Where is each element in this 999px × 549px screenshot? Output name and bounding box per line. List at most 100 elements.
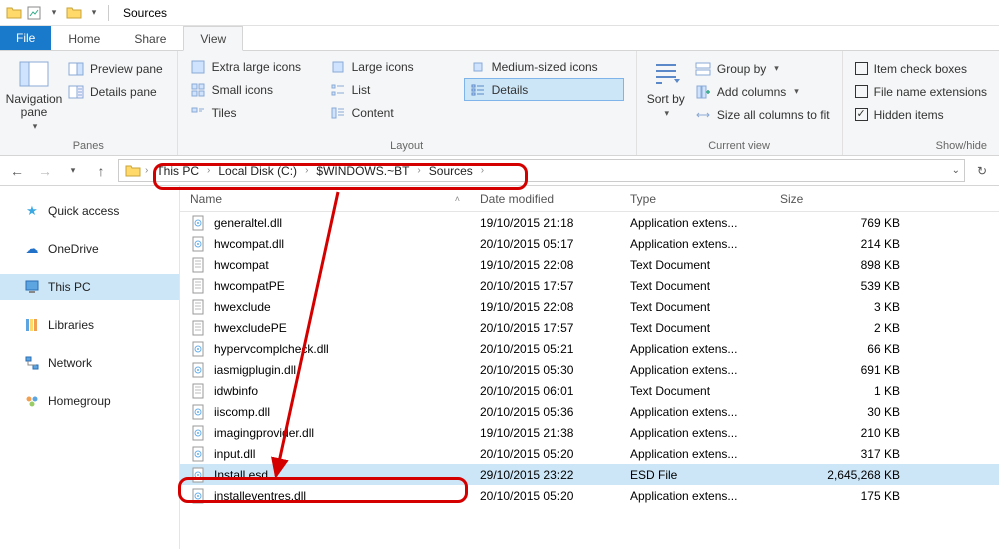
home-tab[interactable]: Home — [51, 26, 117, 50]
item-checkboxes-toggle[interactable]: Item check boxes — [849, 57, 993, 80]
file-extensions-toggle[interactable]: File name extensions — [849, 80, 993, 103]
breadcrumb-field[interactable]: › This PC › Local Disk (C:) › $WINDOWS.~… — [118, 159, 965, 182]
share-tab[interactable]: Share — [117, 26, 183, 50]
file-date: 20/10/2015 05:20 — [480, 447, 630, 461]
crumb-thispc[interactable]: This PC — [152, 164, 203, 178]
window-title: Sources — [123, 6, 167, 20]
sidebar-network[interactable]: Network — [0, 350, 179, 376]
folder-icon — [125, 163, 141, 179]
file-size: 66 KB — [780, 342, 900, 356]
chevron-right-icon[interactable]: › — [417, 165, 420, 176]
qa-dropdown-2-icon[interactable]: ▾ — [84, 3, 104, 23]
file-date: 19/10/2015 22:08 — [480, 300, 630, 314]
libraries-icon — [24, 317, 40, 333]
chevron-right-icon[interactable]: › — [207, 165, 210, 176]
file-tab[interactable]: File — [0, 26, 51, 50]
up-button[interactable]: ↑ — [90, 160, 112, 182]
file-size: 2 KB — [780, 321, 900, 335]
navigation-pane-button[interactable]: Navigation pane ▾ — [6, 55, 62, 138]
file-row[interactable]: idwbinfo20/10/2015 06:01Text Document1 K… — [180, 380, 999, 401]
sidebar-libraries[interactable]: Libraries — [0, 312, 179, 338]
refresh-button[interactable]: ↻ — [971, 160, 993, 182]
file-date: 20/10/2015 05:36 — [480, 405, 630, 419]
file-name: hwcompatPE — [214, 279, 285, 293]
add-columns-button[interactable]: Add columns▾ — [689, 80, 836, 103]
file-date: 20/10/2015 05:21 — [480, 342, 630, 356]
file-row[interactable]: hwcompat19/10/2015 22:08Text Document898… — [180, 254, 999, 275]
chevron-down-icon: ▾ — [33, 121, 38, 132]
file-size: 214 KB — [780, 237, 900, 251]
chevron-right-icon[interactable]: › — [145, 165, 148, 176]
sidebar-onedrive[interactable]: ☁OneDrive — [0, 236, 179, 262]
layout-medium-icons[interactable]: Medium-sized icons — [464, 55, 624, 78]
file-type: Text Document — [630, 279, 780, 293]
file-size: 691 KB — [780, 363, 900, 377]
crumb-drive[interactable]: Local Disk (C:) — [214, 164, 301, 178]
file-name: iasmigplugin.dll — [214, 363, 296, 377]
current-view-group-label: Current view — [643, 138, 836, 155]
qa-properties-icon[interactable] — [24, 3, 44, 23]
navigation-sidebar: ★Quick access ☁OneDrive This PC Librarie… — [0, 186, 180, 549]
col-size[interactable]: Size — [770, 192, 890, 206]
layout-small-icons[interactable]: Small icons — [184, 78, 324, 101]
col-name[interactable]: Name˄ — [180, 192, 470, 206]
folder-icon — [4, 3, 24, 23]
preview-pane-button[interactable]: Preview pane — [62, 57, 169, 80]
file-row[interactable]: iasmigplugin.dll20/10/2015 05:30Applicat… — [180, 359, 999, 380]
file-date: 20/10/2015 06:01 — [480, 384, 630, 398]
file-row[interactable]: imagingprovider.dll19/10/2015 21:38Appli… — [180, 422, 999, 443]
address-bar: ← → ▾ ↑ › This PC › Local Disk (C:) › $W… — [0, 156, 999, 186]
layout-tiles[interactable]: Tiles — [184, 101, 324, 124]
file-row[interactable]: installeventres.dll20/10/2015 05:20Appli… — [180, 485, 999, 506]
file-row[interactable]: hwcompatPE20/10/2015 17:57Text Document5… — [180, 275, 999, 296]
back-button[interactable]: ← — [6, 160, 28, 182]
file-date: 20/10/2015 05:20 — [480, 489, 630, 503]
view-tab[interactable]: View — [183, 26, 243, 51]
chevron-down-icon[interactable]: ⌄ — [952, 165, 960, 176]
crumb-windows-bt[interactable]: $WINDOWS.~BT — [312, 164, 413, 178]
file-name: hwcompat — [214, 258, 269, 272]
hidden-items-toggle[interactable]: ✓Hidden items — [849, 103, 993, 126]
chevron-right-icon[interactable]: › — [481, 165, 484, 176]
file-row[interactable]: hypervcomplcheck.dll20/10/2015 05:21Appl… — [180, 338, 999, 359]
layout-list[interactable]: List — [324, 78, 464, 101]
sidebar-homegroup[interactable]: Homegroup — [0, 388, 179, 414]
file-size: 769 KB — [780, 216, 900, 230]
file-row[interactable]: iiscomp.dll20/10/2015 05:36Application e… — [180, 401, 999, 422]
layout-details[interactable]: Details — [464, 78, 624, 101]
crumb-sources[interactable]: Sources — [425, 164, 477, 178]
col-date[interactable]: Date modified — [470, 192, 620, 206]
chevron-right-icon[interactable]: › — [305, 165, 308, 176]
file-size: 1 KB — [780, 384, 900, 398]
column-headers: Name˄ Date modified Type Size — [180, 186, 999, 212]
layout-content[interactable]: Content — [324, 101, 464, 124]
file-row[interactable]: hwexcludePE20/10/2015 17:57Text Document… — [180, 317, 999, 338]
file-size: 317 KB — [780, 447, 900, 461]
file-size: 898 KB — [780, 258, 900, 272]
file-row[interactable]: generaltel.dll19/10/2015 21:18Applicatio… — [180, 212, 999, 233]
panes-group-label: Panes — [6, 138, 171, 155]
file-row[interactable]: hwcompat.dll20/10/2015 05:17Application … — [180, 233, 999, 254]
size-columns-fit-button[interactable]: Size all columns to fit — [689, 103, 836, 126]
checkbox-icon — [855, 85, 868, 98]
file-row[interactable]: input.dll20/10/2015 05:20Application ext… — [180, 443, 999, 464]
sort-by-button[interactable]: Sort by ▾ — [643, 55, 689, 138]
file-size: 539 KB — [780, 279, 900, 293]
details-pane-button[interactable]: Details pane — [62, 80, 169, 103]
network-icon — [24, 355, 40, 371]
col-type[interactable]: Type — [620, 192, 770, 206]
sidebar-this-pc[interactable]: This PC — [0, 274, 179, 300]
recent-dropdown[interactable]: ▾ — [62, 160, 84, 182]
file-row[interactable]: Install.esd29/10/2015 23:22ESD File2,645… — [180, 464, 999, 485]
file-type: Application extens... — [630, 489, 780, 503]
layout-large-icons[interactable]: Large icons — [324, 55, 464, 78]
forward-button[interactable]: → — [34, 160, 56, 182]
layout-xl-icons[interactable]: Extra large icons — [184, 55, 324, 78]
file-type: Application extens... — [630, 447, 780, 461]
file-type: Application extens... — [630, 216, 780, 230]
sidebar-quick-access[interactable]: ★Quick access — [0, 198, 179, 224]
qa-dropdown-icon[interactable]: ▾ — [44, 3, 64, 23]
group-by-button[interactable]: Group by▾ — [689, 57, 836, 80]
cloud-icon: ☁ — [24, 241, 40, 257]
file-row[interactable]: hwexclude19/10/2015 22:08Text Document3 … — [180, 296, 999, 317]
